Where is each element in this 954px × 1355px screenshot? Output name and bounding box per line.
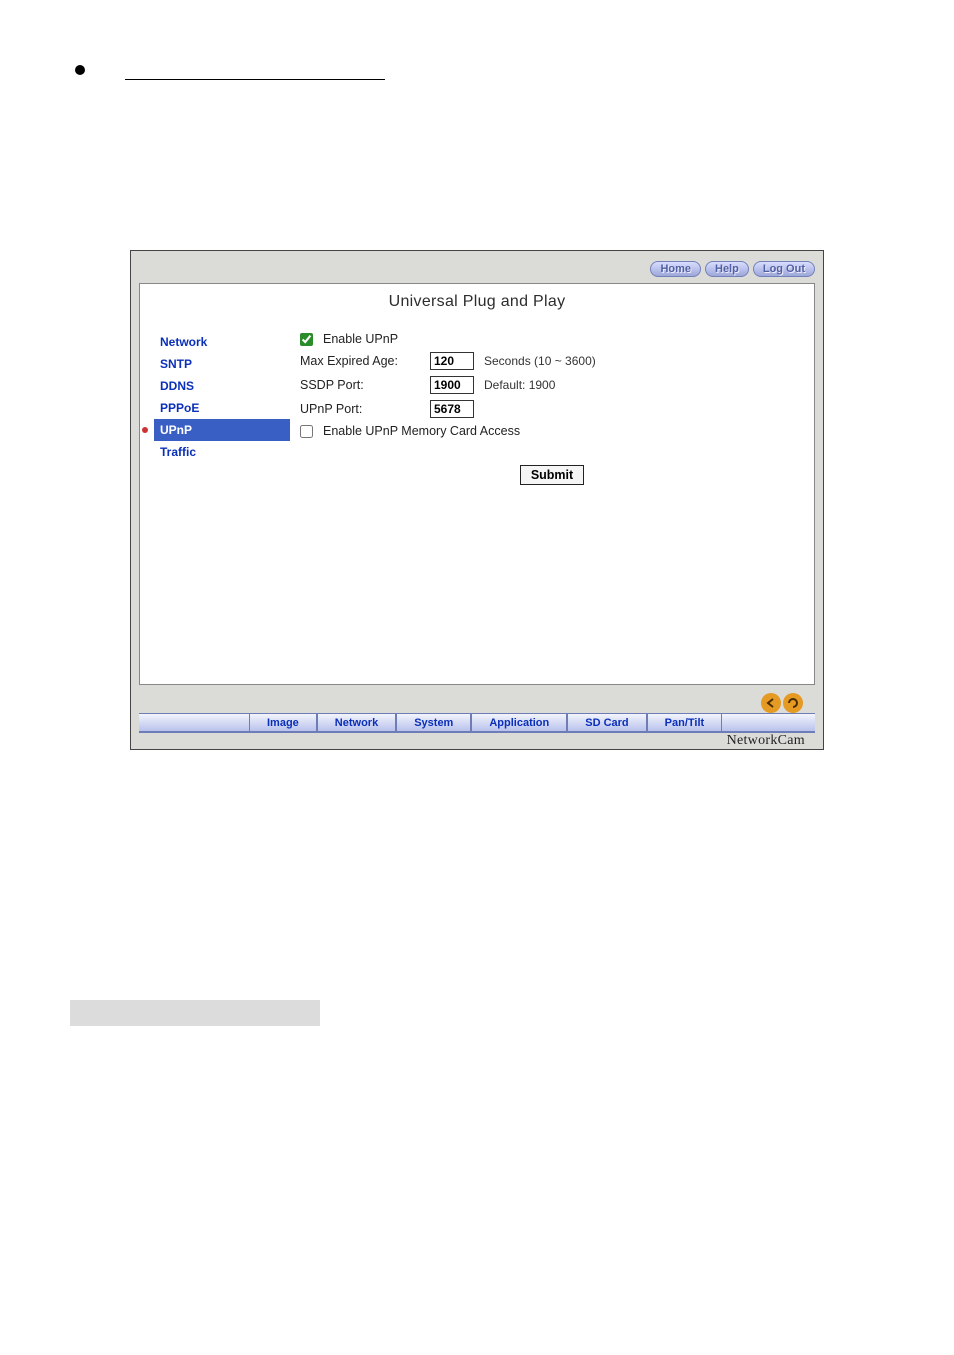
bottom-tabs: Image Network System Application SD Card… [139, 713, 815, 733]
faded-bar [70, 1000, 320, 1026]
refresh-arrow-icon [786, 696, 800, 710]
sidebar: Network SNTP DDNS PPPoE UPnP Traffic [140, 325, 290, 489]
submit-button[interactable]: Submit [520, 465, 584, 485]
enable-upnp-label: Enable UPnP [323, 332, 398, 346]
sidebar-item-sntp[interactable]: SNTP [154, 353, 290, 375]
sidebar-item-pppoe[interactable]: PPPoE [154, 397, 290, 419]
max-expired-label: Max Expired Age: [300, 354, 420, 368]
back-icon[interactable] [761, 693, 781, 713]
enable-memcard-label: Enable UPnP Memory Card Access [323, 424, 520, 438]
help-button[interactable]: Help [705, 261, 749, 277]
home-button[interactable]: Home [650, 261, 701, 277]
underline-placeholder [125, 60, 385, 80]
upnp-port-label: UPnP Port: [300, 402, 420, 416]
enable-upnp-checkbox[interactable] [300, 333, 313, 346]
enable-memcard-checkbox[interactable] [300, 425, 313, 438]
active-indicator-icon [142, 427, 148, 433]
logout-button[interactable]: Log Out [753, 261, 815, 277]
sidebar-item-upnp[interactable]: UPnP [154, 419, 290, 441]
sidebar-item-traffic[interactable]: Traffic [154, 441, 290, 463]
ssdp-port-input[interactable] [430, 376, 474, 394]
ssdp-port-label: SSDP Port: [300, 378, 420, 392]
bullet-icon [75, 65, 85, 75]
bullet-header [70, 60, 884, 80]
tab-sdcard[interactable]: SD Card [567, 714, 646, 731]
sidebar-item-ddns[interactable]: DDNS [154, 375, 290, 397]
max-expired-input[interactable] [430, 352, 474, 370]
tab-application[interactable]: Application [471, 714, 567, 731]
tab-image[interactable]: Image [249, 714, 317, 731]
page-title: Universal Plug and Play [140, 284, 814, 325]
tab-pantilt[interactable]: Pan/Tilt [647, 714, 723, 731]
tab-system[interactable]: System [396, 714, 471, 731]
arrow-left-icon [764, 696, 778, 710]
tab-network[interactable]: Network [317, 714, 396, 731]
sidebar-item-network[interactable]: Network [154, 331, 290, 353]
ssdp-port-hint: Default: 1900 [484, 378, 555, 392]
brand-label: NetworkCam [727, 733, 805, 749]
upnp-port-input[interactable] [430, 400, 474, 418]
sidebar-item-label: UPnP [160, 423, 192, 437]
refresh-icon[interactable] [783, 693, 803, 713]
screenshot-panel: Home Help Log Out Universal Plug and Pla… [130, 250, 824, 750]
max-expired-hint: Seconds (10 ~ 3600) [484, 354, 596, 368]
